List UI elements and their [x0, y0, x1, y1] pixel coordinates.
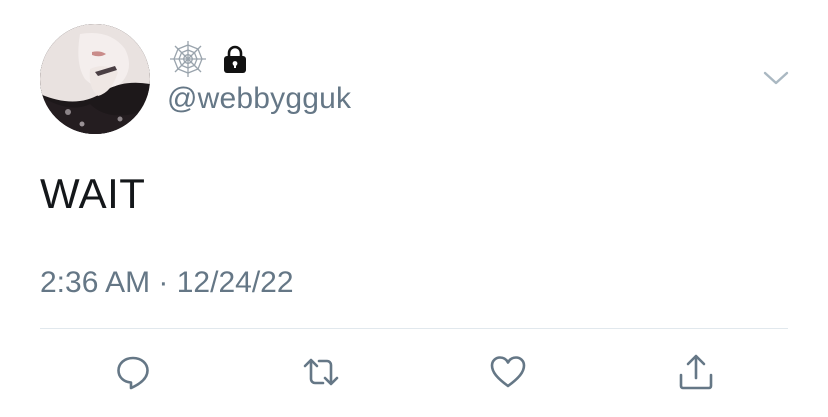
- avatar[interactable]: [40, 24, 150, 134]
- tweet-date: 12/24/22: [176, 266, 294, 299]
- avatar-image: [40, 24, 150, 134]
- tweet-timestamp[interactable]: 2:36 AM · 12/24/22: [40, 266, 294, 300]
- chevron-down-icon[interactable]: [760, 64, 792, 92]
- display-name[interactable]: [168, 40, 250, 78]
- reply-button[interactable]: [111, 350, 155, 394]
- like-icon: [489, 353, 527, 391]
- share-icon: [677, 353, 715, 391]
- tweet-detail: @webbygguk WAIT 2:36 AM · 12/24/22: [0, 0, 828, 417]
- user-handle[interactable]: @webbygguk: [167, 82, 351, 116]
- spider-web-icon: [168, 39, 208, 79]
- lock-icon: [220, 44, 250, 74]
- share-button[interactable]: [674, 350, 718, 394]
- like-button[interactable]: [486, 350, 530, 394]
- timestamp-separator: ·: [150, 266, 177, 299]
- reply-icon: [114, 353, 152, 391]
- tweet-time: 2:36 AM: [40, 266, 151, 299]
- tweet-text: WAIT: [40, 170, 146, 217]
- retweet-button[interactable]: [299, 350, 343, 394]
- retweet-icon: [302, 353, 340, 391]
- divider: [40, 328, 788, 329]
